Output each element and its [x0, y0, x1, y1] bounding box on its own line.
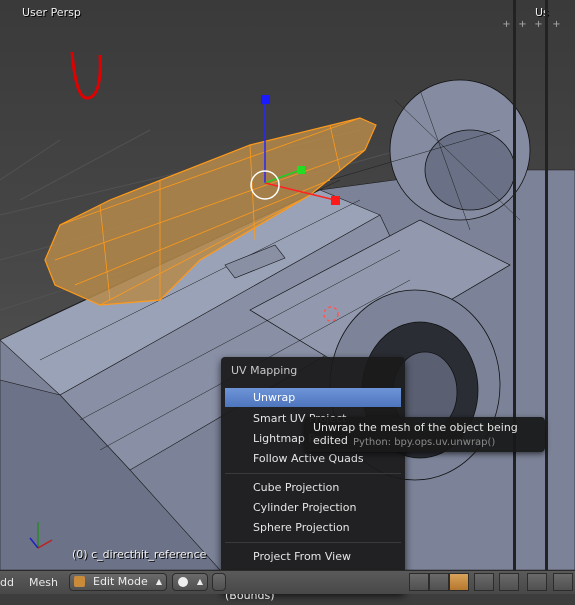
gizmo-z-handle[interactable]	[261, 95, 270, 104]
limit-selection-icon[interactable]	[474, 573, 494, 591]
area-divider[interactable]	[513, 0, 516, 570]
menu-item-label: Cube Projection	[253, 481, 340, 494]
unwrap-tooltip: Unwrap the mesh of the object being edit…	[305, 417, 545, 452]
menu-title: UV Mapping	[231, 364, 298, 377]
edit-mode-icon	[74, 576, 85, 587]
menu-item-unwrap[interactable]: Unwrap	[225, 388, 401, 407]
edge-select-icon[interactable]	[429, 573, 449, 591]
pivot-selector[interactable]	[212, 573, 226, 591]
object-label: (0) c_directhit_reference	[72, 548, 207, 561]
menu-item-cube-projection[interactable]: Cube Projection	[225, 478, 401, 497]
tooltip-python: Python: bpy.ops.uv.unwrap()	[353, 437, 496, 448]
mode-label: Edit Mode	[93, 575, 148, 588]
menu-item-label: Cylinder Projection	[253, 501, 357, 514]
menu-item-label: Project From View	[253, 550, 351, 563]
menu-item-project-from-view[interactable]: Project From View	[225, 547, 401, 566]
area-split-plus-icon[interactable]: +	[518, 20, 527, 30]
viewport-header: dd Mesh Edit Mode ▲ ▲	[0, 570, 575, 594]
grease-pencil-stroke	[70, 51, 102, 100]
proportional-edit-icon[interactable]	[499, 573, 519, 591]
menu-item-sphere-projection[interactable]: Sphere Projection	[225, 518, 401, 537]
area-divider[interactable]	[545, 0, 548, 570]
area-split-plus-icon[interactable]: +	[534, 20, 543, 30]
solid-shading-icon	[178, 577, 188, 587]
menu-separator	[225, 542, 401, 543]
menu-separator	[225, 473, 401, 474]
gizmo-y-handle[interactable]	[297, 166, 305, 174]
snap-target-icon[interactable]	[553, 573, 573, 591]
gizmo-x-handle[interactable]	[331, 196, 340, 205]
view-label: User Persp	[22, 6, 81, 19]
snap-icon[interactable]	[527, 573, 547, 591]
menu-item-label: Follow Active Quads	[253, 452, 364, 465]
vertex-select-icon[interactable]	[409, 573, 429, 591]
viewport-shading-selector[interactable]: ▲	[172, 573, 208, 591]
chevron-updown-icon: ▲	[155, 577, 162, 586]
area-split-plus-icon[interactable]: +	[552, 20, 561, 30]
menu-item-cylinder-projection[interactable]: Cylinder Projection	[225, 498, 401, 517]
mode-selector[interactable]: Edit Mode ▲	[69, 573, 167, 591]
uv-mapping-menu: UV Mapping Unwrap Smart UV Project Light…	[221, 357, 405, 602]
menu-item-label: Unwrap	[253, 391, 296, 404]
add-menu[interactable]: dd	[0, 576, 14, 589]
mesh-menu[interactable]: Mesh	[29, 576, 58, 589]
area-split-plus-icon[interactable]: +	[502, 20, 511, 30]
chevron-updown-icon: ▲	[196, 577, 203, 586]
menu-item-label: Sphere Projection	[253, 521, 350, 534]
face-select-icon[interactable]	[449, 573, 469, 591]
